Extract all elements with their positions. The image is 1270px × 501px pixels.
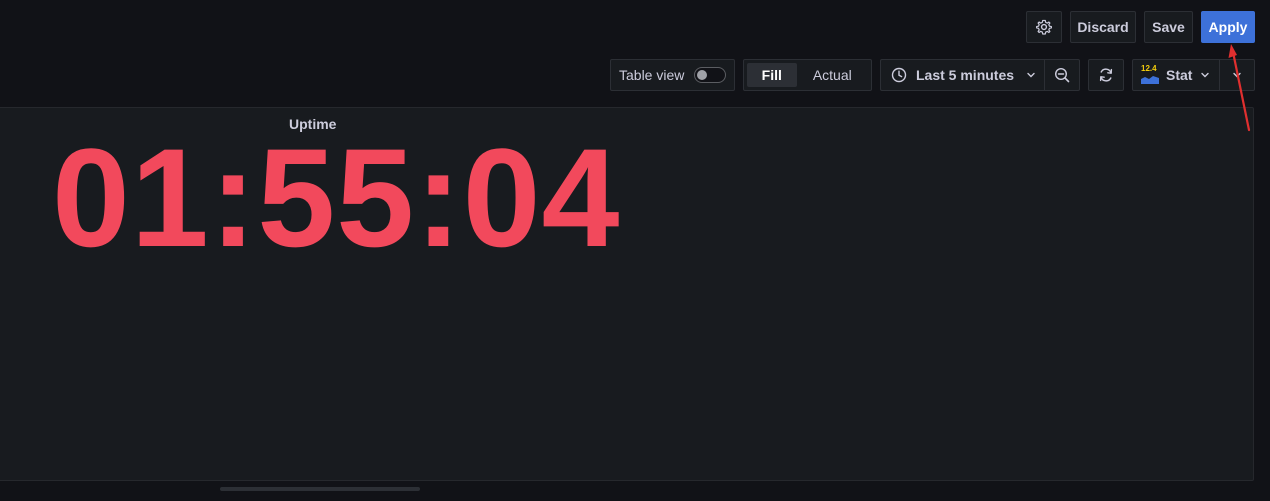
stat-value: 01:55:04 — [52, 119, 621, 276]
table-view-toggle[interactable]: Table view — [610, 59, 735, 91]
table-view-label: Table view — [619, 67, 685, 83]
fill-option[interactable]: Fill — [747, 63, 797, 87]
actual-option[interactable]: Actual — [797, 63, 868, 87]
refresh-button[interactable] — [1088, 59, 1124, 91]
visualization-picker[interactable]: 12.4 Stat — [1132, 59, 1220, 91]
zoom-out-icon — [1054, 67, 1070, 83]
gear-icon — [1036, 19, 1052, 35]
save-button[interactable]: Save — [1144, 11, 1193, 43]
fill-mode-radio-group: Fill Actual — [743, 59, 872, 91]
table-view-switch[interactable] — [694, 67, 726, 83]
apply-button[interactable]: Apply — [1201, 11, 1255, 43]
time-range-label: Last 5 minutes — [916, 67, 1015, 83]
chevron-down-icon — [1200, 70, 1210, 80]
chevron-down-icon — [1232, 70, 1242, 80]
chevron-down-icon — [1026, 70, 1036, 80]
panel-editor: Discard Save Apply Table view Fill Actua… — [0, 0, 1270, 501]
options-pane-toggle-button[interactable] — [1219, 59, 1255, 91]
refresh-icon — [1098, 67, 1114, 83]
zoom-out-button[interactable] — [1044, 59, 1080, 91]
visualization-label: Stat — [1166, 67, 1193, 83]
stat-viz-icon: 12.4 — [1141, 64, 1159, 84]
time-range-picker[interactable]: Last 5 minutes — [880, 59, 1045, 91]
switch-knob — [697, 70, 707, 80]
settings-button[interactable] — [1026, 11, 1062, 43]
horizontal-scrollbar[interactable] — [220, 487, 420, 491]
clock-icon — [891, 67, 907, 83]
discard-button[interactable]: Discard — [1070, 11, 1136, 43]
